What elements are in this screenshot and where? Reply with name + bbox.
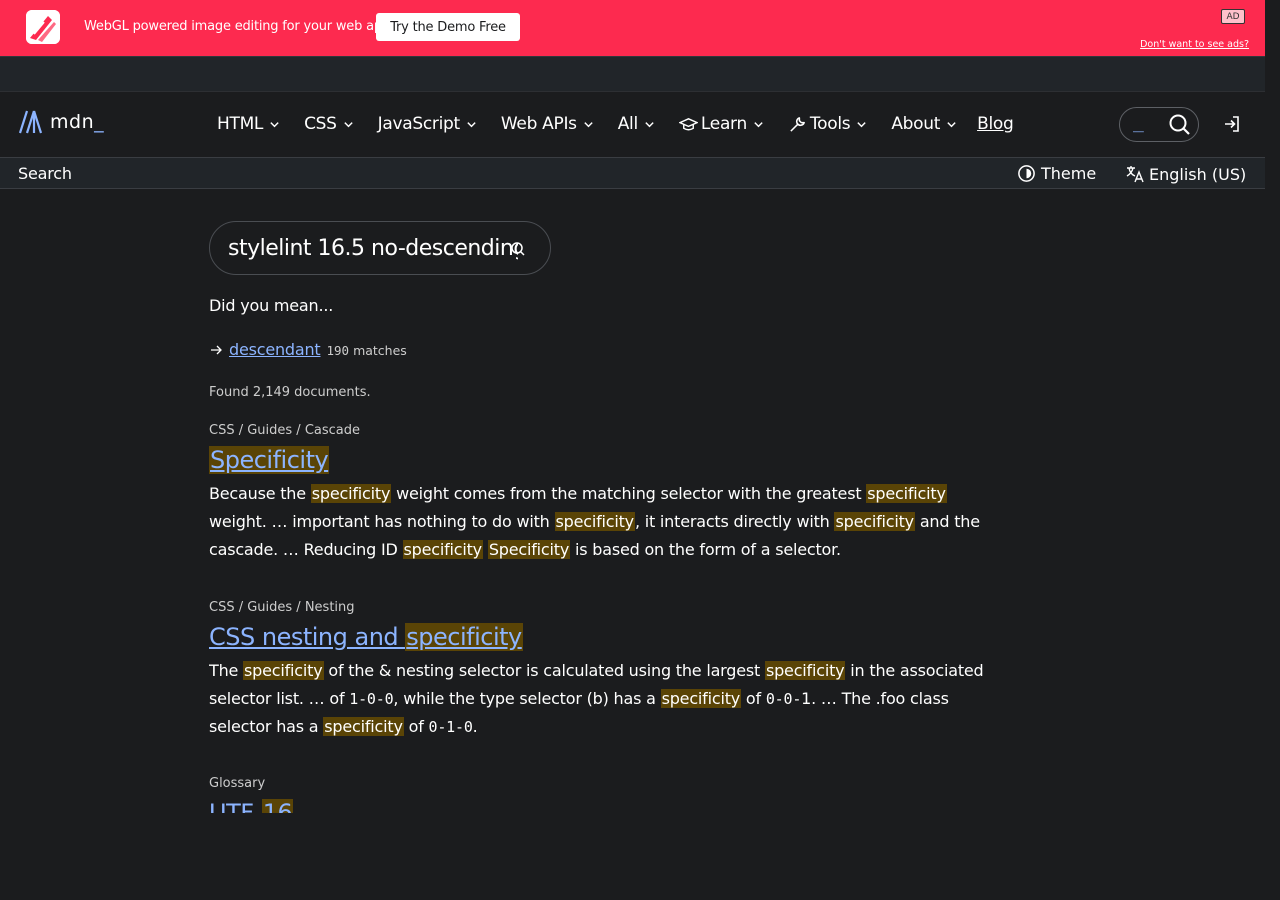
nav-item-about[interactable]: About [891,114,957,134]
result-title-text: UTF- [209,799,262,813]
nav-item-label: All [617,114,638,134]
arrow-right-icon [211,345,222,354]
search-input[interactable] [228,234,518,262]
nav-item-label: CSS [304,114,337,134]
nav-item-html[interactable]: HTML [217,114,280,134]
nav-item-javascript[interactable]: JavaScript [378,114,477,134]
search-result: CSS / Guides / Cascade Specificity Becau… [209,423,989,564]
result-breadcrumb: Glossary [209,776,266,791]
nav-item-label: HTML [217,114,264,134]
result-title-highlight: specificity [405,623,523,651]
theme-contrast-icon [1018,165,1035,182]
chevron-down-icon [857,121,866,127]
suggestion-link[interactable]: descendant [229,340,321,359]
search-results-main: Did you mean... descendant 190 matches F… [209,221,989,813]
suggestion-count: 190 [326,343,350,358]
top-navigation: mdn_ HTML CSS JavaScript Web APIs All Le… [0,91,1265,157]
nav-item-label: Tools [809,114,851,134]
chevron-down-icon [270,121,279,127]
ad-badge: AD [1221,9,1245,24]
nav-item-label: Web APIs [500,114,577,134]
suggestion-item: descendant 190 matches [209,340,407,359]
nav-item-tools[interactable]: Tools [788,114,867,134]
ad-logo-icon[interactable] [26,10,60,44]
ad-text[interactable]: WebGL powered image editing for your web… [84,19,390,34]
nav-item-blog[interactable]: Blog [977,114,1014,134]
mdn-logo-mark-icon [18,110,43,134]
result-title-link[interactable]: Specificity [209,446,330,474]
theme-button[interactable]: Theme [1017,164,1096,183]
logo-cursor: _ [94,111,105,133]
login-icon[interactable] [1222,114,1242,134]
result-breadcrumb: CSS / Guides / Cascade [209,423,360,438]
result-title-highlight: 16 [261,799,294,813]
logo-text: mdn [50,111,95,133]
result-title-highlight: Specificity [209,446,330,474]
ad-optout-link[interactable]: Don't want to see ads? [1140,39,1249,50]
chevron-down-icon [947,121,956,127]
search-cursor: _ [1133,112,1144,133]
chevron-down-icon [467,121,476,127]
chevron-down-icon [645,121,654,127]
search-icon [1169,114,1190,135]
wrench-icon [790,116,805,132]
graduation-cap-icon [678,117,698,130]
header-search-button[interactable]: _ [1119,107,1199,142]
search-form [209,221,551,275]
highlight: specificity [660,689,742,708]
chevron-down-icon [754,121,763,127]
ad-banner[interactable]: WebGL powered image editing for your web… [0,0,1265,56]
nav-item-label: Learn [700,114,747,134]
main-nav: HTML CSS JavaScript Web APIs All Learn T… [217,114,1037,134]
highlight: Specificity [487,540,571,559]
language-button[interactable]: English (US) [1125,164,1246,184]
result-snippet: Because the specificity weight comes fro… [209,484,980,559]
search-result: Glossary UTF-16 [209,776,989,813]
mdn-logo[interactable]: mdn_ [18,109,104,135]
highlight: specificity [866,484,947,503]
page-subbar: Search Theme English (US) [0,157,1265,189]
suggestion-count-suffix: matches [353,343,407,358]
translate-icon [1126,166,1144,183]
result-title-text: CSS nesting and [209,623,406,651]
nav-item-label: JavaScript [377,114,461,134]
highlight: specificity [323,717,404,736]
chevron-down-icon [584,121,593,127]
result-breadcrumb: CSS / Guides / Nesting [209,600,355,615]
language-label: English (US) [1149,164,1247,184]
highlight: specificity [554,512,635,531]
search-icon[interactable] [510,241,526,257]
theme-label: Theme [1041,164,1097,183]
search-result: CSS / Guides / Nesting CSS nesting and s… [209,600,989,741]
result-title-link[interactable]: UTF-16 [209,799,294,813]
found-count: Found 2,149 documents. [209,385,371,400]
page-title: Search [18,164,72,183]
highlight: specificity [243,661,324,680]
highlight: specificity [310,484,392,503]
did-you-mean-label: Did you mean... [209,296,334,315]
result-title-link[interactable]: CSS nesting and specificity [209,623,523,651]
banner-spacer [0,56,1265,91]
result-snippet: The specificity of the & nesting selecto… [209,661,984,736]
highlight: specificity [402,540,483,559]
highlight: specificity [834,512,915,531]
nav-item-label: About [891,114,941,134]
nav-item-all[interactable]: All [618,114,655,134]
nav-item-learn[interactable]: Learn [678,114,764,134]
ad-cta-button[interactable]: Try the Demo Free [376,13,520,41]
highlight: specificity [764,661,846,680]
nav-item-css[interactable]: CSS [304,114,354,134]
nav-item-web-apis[interactable]: Web APIs [501,114,594,134]
chevron-down-icon [343,121,353,127]
